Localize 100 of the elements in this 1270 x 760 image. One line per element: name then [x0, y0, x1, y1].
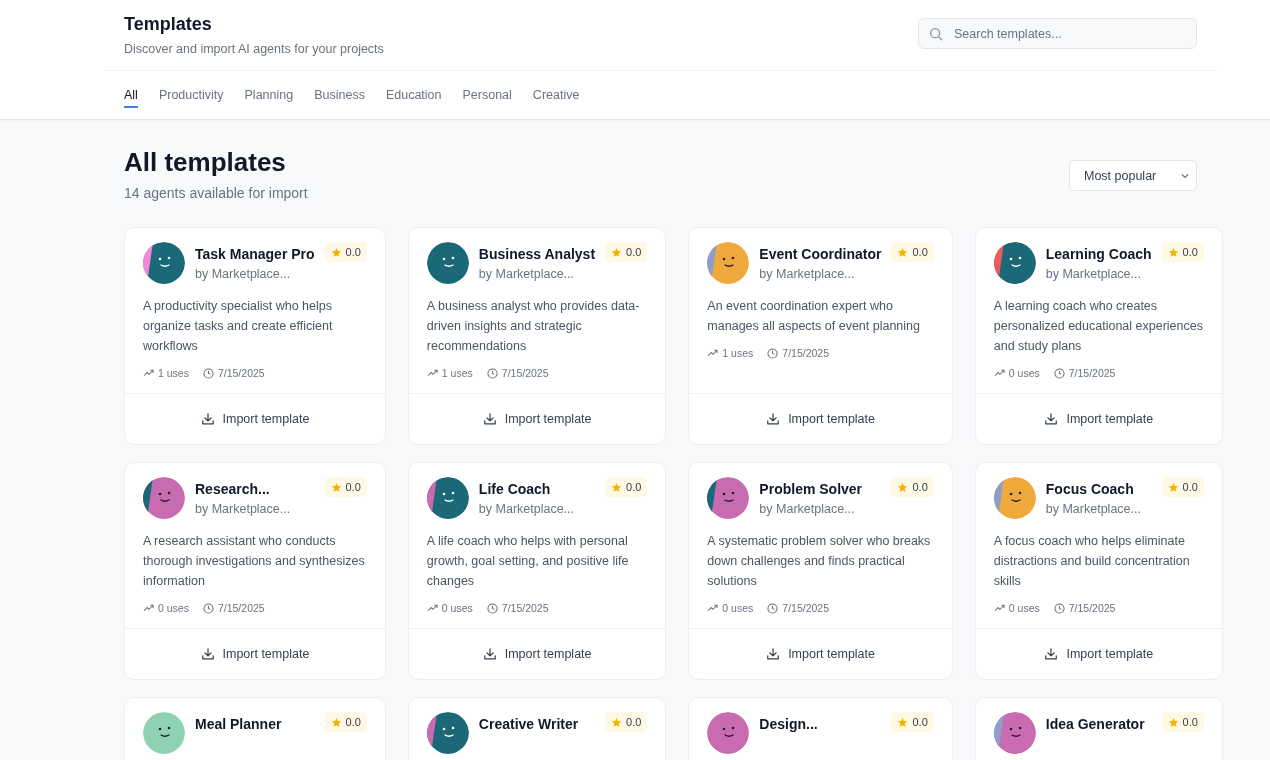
star-icon — [897, 246, 909, 258]
uses-count: 0 uses — [1008, 367, 1040, 379]
import-button[interactable]: Import template — [689, 629, 952, 679]
import-button[interactable]: Import template — [975, 394, 1222, 444]
download-icon — [766, 647, 781, 661]
rating-value: 0.0 — [912, 716, 928, 728]
star-icon — [611, 716, 623, 728]
template-description: A productivity specialist who helps organize tasks and create efficient workflows — [143, 298, 334, 355]
rating-value: 0.0 — [912, 246, 928, 258]
star-icon — [330, 481, 342, 493]
avatar-icon — [426, 477, 469, 519]
rating-value: 0.0 — [626, 716, 642, 728]
rating-value: 0.0 — [1182, 481, 1198, 493]
template-author: by Marketplace... — [1045, 267, 1142, 281]
clock-icon — [1053, 602, 1065, 614]
clock-icon — [202, 367, 214, 379]
template-date: 7/15/2025 — [1068, 367, 1116, 379]
trending-up-icon — [993, 604, 1005, 612]
template-date: 7/15/2025 — [217, 602, 265, 614]
avatar-icon — [993, 712, 1036, 754]
template-name: Problem Solver — [759, 480, 864, 498]
trending-up-icon — [707, 604, 719, 612]
star-icon — [1167, 481, 1179, 493]
clock-icon — [202, 602, 214, 614]
section-subtitle: 14 agents available for import — [124, 185, 308, 201]
category-tab[interactable]: Creative — [532, 71, 580, 107]
template-author: by Marketplace... — [195, 267, 292, 281]
avatar-icon — [707, 712, 750, 754]
template-author: by Marketplace... — [759, 502, 856, 516]
template-name: Focus Coach — [1045, 480, 1135, 498]
template-description: A systematic problem solver who breaks down challenges and finds practical solutions — [707, 533, 932, 590]
template-description: A research assistant who conducts thorough investigations and synthesizes information — [143, 533, 366, 590]
template-description: An event coordination expert who manages all aspects of event planning — [707, 298, 921, 335]
rating-value: 0.0 — [1182, 246, 1198, 258]
import-button[interactable]: Import template — [125, 394, 385, 444]
trending-up-icon — [143, 604, 154, 612]
import-button[interactable]: Import template — [689, 394, 952, 444]
avatar-icon — [143, 242, 185, 284]
category-tab[interactable]: All — [124, 71, 138, 108]
section-title: All templates — [124, 147, 287, 177]
rating-value: 0.0 — [345, 246, 361, 258]
trending-up-icon — [426, 604, 438, 612]
uses-count: 0 uses — [441, 602, 473, 614]
page-subtitle: Discover and import AI agents for your projects — [124, 42, 384, 56]
download-icon — [200, 412, 215, 426]
category-tab[interactable]: Personal — [462, 71, 512, 107]
uses-count: 0 uses — [722, 602, 754, 614]
template-description: A business analyst who provides data-driven insights and strategic recommendations — [426, 298, 641, 355]
import-button[interactable]: Import template — [975, 629, 1222, 679]
star-icon — [330, 246, 342, 258]
trending-up-icon — [426, 369, 438, 377]
avatar-icon — [993, 477, 1036, 519]
template-author: by Marketplace... — [195, 502, 292, 516]
star-icon — [611, 246, 623, 258]
template-description: A life coach who helps with personal growth, goal setting, and positive life changes — [426, 533, 630, 590]
avatar-icon — [143, 712, 185, 754]
template-name: Creative Writer — [478, 715, 580, 733]
template-name: Idea Generator — [1045, 715, 1146, 733]
download-icon — [482, 647, 497, 661]
download-icon — [482, 412, 497, 426]
rating-value: 0.0 — [912, 481, 928, 493]
template-author: by Marketplace... — [478, 502, 576, 516]
template-date: 7/15/2025 — [1068, 602, 1116, 614]
uses-count: 1 uses — [441, 367, 473, 379]
template-name: Event Coordinator — [759, 245, 882, 263]
rating-value: 0.0 — [626, 481, 642, 493]
star-icon — [897, 481, 909, 493]
star-icon — [1167, 716, 1179, 728]
import-button[interactable]: Import template — [408, 629, 666, 679]
sort-dropdown[interactable]: Most popular — [1069, 160, 1197, 191]
uses-count: 1 uses — [158, 367, 189, 379]
download-icon — [200, 647, 215, 661]
rating-value: 0.0 — [345, 481, 361, 493]
star-icon — [330, 716, 342, 728]
search-icon — [929, 27, 943, 41]
template-description: A focus coach who helps eliminate distractions and build concentration skills — [993, 533, 1191, 590]
clock-icon — [486, 367, 498, 379]
template-date: 7/15/2025 — [217, 367, 265, 379]
template-name: Task Manager Pro — [195, 245, 315, 263]
category-tab[interactable]: Education — [385, 71, 442, 107]
category-tab[interactable]: Planning — [244, 71, 294, 107]
trending-up-icon — [143, 369, 154, 377]
template-name: Learning Coach — [1045, 245, 1152, 263]
avatar-icon — [426, 242, 469, 284]
template-name: Business Analyst — [478, 245, 596, 263]
template-author: by Marketplace... — [759, 267, 856, 281]
import-button[interactable]: Import template — [125, 629, 385, 679]
clock-icon — [486, 602, 498, 614]
category-tab[interactable]: Business — [314, 71, 365, 107]
template-date: 7/15/2025 — [501, 367, 549, 379]
trending-up-icon — [707, 349, 719, 357]
category-tab[interactable]: Productivity — [158, 71, 224, 107]
template-date: 7/15/2025 — [782, 602, 829, 614]
template-name: Research... — [195, 480, 271, 498]
download-icon — [1044, 412, 1059, 426]
template-name: Design... — [759, 715, 819, 733]
search-field[interactable]: Search templates... — [918, 18, 1197, 49]
template-author: by Marketplace... — [1045, 502, 1142, 516]
template-date: 7/15/2025 — [782, 347, 829, 359]
import-button[interactable]: Import template — [408, 394, 666, 444]
